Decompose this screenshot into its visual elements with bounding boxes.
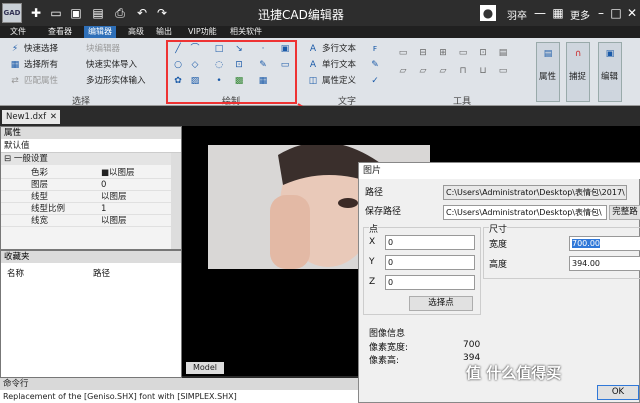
y-label: Y — [369, 257, 375, 267]
prop-value: 以图层 — [101, 216, 127, 226]
watermark-text: 值 什么值得买 — [466, 364, 562, 382]
dialog-title: 图片 — [359, 163, 640, 179]
favorites-title: 收藏夹 — [1, 251, 181, 263]
doc-tab-new1[interactable]: New1.dxf ✕ — [2, 110, 60, 124]
properties-section-label: 一般设置 — [13, 154, 48, 164]
width-label: 宽度 — [489, 240, 508, 250]
width-input[interactable]: 700.00 — [569, 236, 640, 251]
point-title: 点 — [369, 222, 379, 235]
properties-title: 属性 — [1, 127, 181, 139]
z-input[interactable]: 0 — [385, 275, 475, 290]
z-label: Z — [369, 277, 376, 287]
prop-key: 线型 — [31, 192, 49, 202]
x-input[interactable]: 0 — [385, 235, 475, 250]
doc-tab-label: New1.dxf — [6, 112, 47, 122]
height-label: 高度 — [489, 260, 508, 270]
prop-row[interactable]: 线宽 以图层 — [1, 215, 171, 227]
prop-key: 图层 — [31, 180, 49, 190]
properties-scrollbar[interactable] — [171, 153, 181, 249]
prop-value: 以图层 — [101, 192, 127, 202]
pick-point-button[interactable]: 选择点 — [409, 296, 473, 311]
favorites-panel: 收藏夹 名称 路径 — [0, 250, 182, 378]
prop-key: 线宽 — [31, 216, 49, 226]
height-input[interactable]: 394.00 — [569, 256, 640, 271]
width-value: 700.00 — [572, 239, 600, 248]
full-path-button[interactable]: 完整路 — [609, 205, 640, 220]
pixel-width-value: 700 — [463, 340, 481, 350]
y-input[interactable]: 0 — [385, 255, 475, 270]
size-title: 尺寸 — [489, 222, 508, 235]
properties-section[interactable]: ⊟ 一般设置 — [1, 153, 181, 165]
prop-row[interactable]: 色彩 ■以图层 — [1, 167, 171, 179]
properties-panel: 属性 默认值 ⊟ 一般设置 色彩 ■以图层 图层 0 线型 以图层 线型比例 1 线宽以… — [0, 126, 182, 250]
path-field[interactable]: C:\Users\Administrator\Desktop\表情包\2017\ — [443, 185, 627, 200]
favorites-col-path[interactable]: 路径 — [93, 267, 110, 279]
prop-value: 0 — [101, 180, 107, 190]
x-label: X — [369, 237, 376, 247]
save-path-label: 保存路径 — [365, 207, 402, 217]
pixel-height-label: 像素高: — [369, 356, 400, 366]
prop-row[interactable]: 线型比例 1 — [1, 203, 171, 215]
doc-tab-close-icon[interactable]: ✕ — [50, 110, 57, 124]
favorites-col-name[interactable]: 名称 — [7, 267, 24, 279]
model-tab[interactable]: Model — [186, 362, 224, 374]
document-tab-bar — [0, 106, 640, 126]
prop-key: 线型比例 — [31, 204, 66, 214]
ok-button[interactable]: OK — [597, 385, 639, 400]
pixel-width-label: 像素宽度: — [369, 343, 409, 353]
save-path-field[interactable]: C:\Users\Administrator\Desktop\表情包\ — [443, 205, 607, 220]
path-label: 路径 — [365, 188, 384, 198]
prop-row[interactable]: 图层 0 — [1, 179, 171, 191]
prop-value: ■以图层 — [101, 168, 135, 178]
prop-value: 1 — [101, 204, 107, 214]
prop-key: 色彩 — [31, 168, 49, 178]
properties-filter-select[interactable]: 默认值 — [1, 139, 181, 153]
prop-row[interactable]: 线型 以图层 — [1, 191, 171, 203]
image-info-title: 图像信息 — [369, 329, 406, 339]
